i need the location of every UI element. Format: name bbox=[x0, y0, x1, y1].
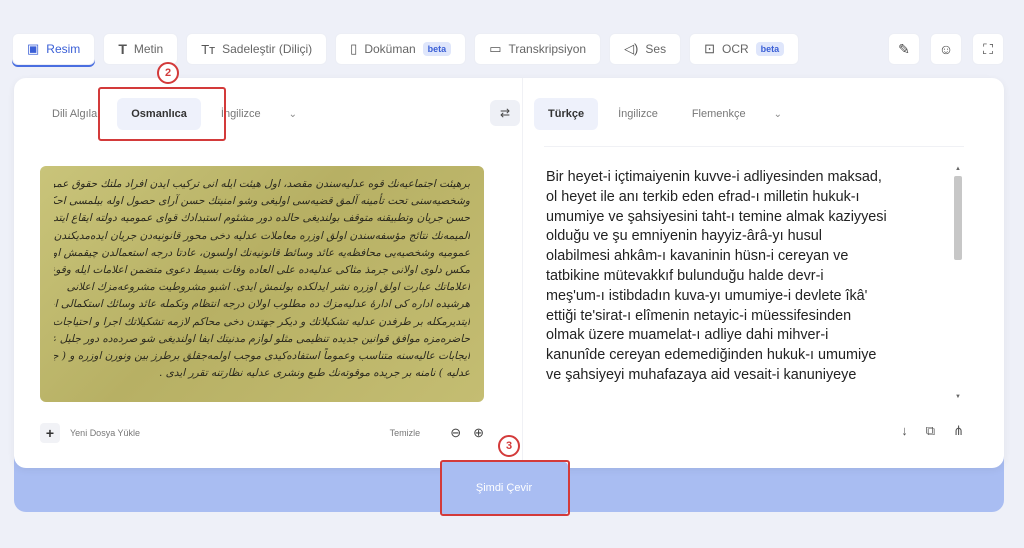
manuscript-line: اعلاماتك عبارت اولق اوزره نشر ايدلكده بو… bbox=[66, 281, 470, 294]
output-scrollbar[interactable]: ▲ ▼ bbox=[954, 166, 962, 402]
share-icon[interactable]: ⋔ bbox=[953, 423, 964, 439]
panel-divider bbox=[522, 78, 523, 468]
manuscript-line: برهيئت اجتماعيه‌نك قوه عدليه‌سندن مقصد، … bbox=[54, 178, 470, 190]
zoom-in-icon[interactable]: ⊕ bbox=[473, 425, 484, 441]
output-line: olmak üzere muamelat-ı adliye dahi mihve… bbox=[546, 327, 829, 344]
annotation-box-translate bbox=[440, 460, 570, 516]
fullscreen-icon[interactable]: ⛶ bbox=[972, 33, 1004, 65]
swap-languages-icon[interactable]: ⇄ bbox=[490, 100, 520, 126]
plus-icon[interactable]: + bbox=[40, 423, 60, 443]
manuscript-line: عموميه وشخصيه‌يى محافظه‌يه عائد وسائط قا… bbox=[54, 246, 470, 259]
upload-file-link[interactable]: Yeni Dosya Yükle bbox=[70, 428, 140, 438]
ocr-icon: ⊡ bbox=[704, 41, 715, 56]
lang-ingilizce-target[interactable]: İngilizce bbox=[604, 98, 672, 130]
tab-label: Transkripsiyon bbox=[508, 42, 587, 56]
tab-ocr[interactable]: ⊡ OCR beta bbox=[689, 33, 800, 65]
output-line: meş'um-ı istibdadın kuva-yı umumiye-i de… bbox=[546, 287, 868, 304]
output-line: ve şahsiyeyi muhafazaya aid vesait-i kan… bbox=[546, 366, 857, 383]
annotation-marker: 3 bbox=[498, 435, 520, 457]
annotation-marker: 2 bbox=[157, 62, 179, 84]
tab-label: Metin bbox=[133, 42, 164, 56]
output-line: umumiye ve şahsiyesini taht-ı temine alm… bbox=[546, 208, 887, 225]
output-line: Bir heyet-i içtimaiyenin kuvve-i adliyes… bbox=[546, 169, 882, 185]
text-icon: T bbox=[118, 41, 127, 57]
output-line: ol heyet ile anı terkib eden efrad-ı mil… bbox=[546, 188, 860, 205]
tab-label: Doküman bbox=[364, 42, 416, 56]
translation-output: Bir heyet-i içtimaiyenin kuvve-i adliyes… bbox=[546, 168, 956, 408]
output-line: kanunîde cereyan edemediğinden hukuk-ı u… bbox=[546, 347, 877, 364]
tab-dokuman[interactable]: ▯ Doküman beta bbox=[335, 33, 467, 65]
lang-flemenkce[interactable]: Flemenkçe bbox=[678, 98, 760, 130]
download-icon[interactable]: ↓ bbox=[901, 423, 908, 439]
tab-label: Sadeleştir (Diliçi) bbox=[222, 42, 313, 56]
zoom-out-icon[interactable]: ⊖ bbox=[450, 425, 461, 441]
tab-resim[interactable]: ▣ Resim bbox=[12, 33, 96, 65]
tab-transkripsiyon[interactable]: ▭ Transkripsiyon bbox=[474, 33, 602, 65]
chevron-down-icon[interactable]: ⌄ bbox=[766, 109, 790, 120]
manuscript-line: حاضره‌مزه موافق قوانين جديده تنظيمى مثلو… bbox=[54, 332, 470, 345]
scrollbar-thumb[interactable] bbox=[954, 176, 962, 260]
speaker-icon: ◁) bbox=[624, 41, 639, 56]
tab-label: Resim bbox=[46, 42, 81, 56]
edit-icon[interactable]: ✎ bbox=[888, 33, 920, 65]
lang-turkce[interactable]: Türkçe bbox=[534, 98, 599, 130]
top-actions: ✎ ☺ ⛶ bbox=[888, 33, 1004, 65]
clear-button[interactable]: Temizle bbox=[390, 428, 421, 438]
simplify-icon: Tт bbox=[201, 41, 216, 57]
manuscript-line: وشخصيه‌سنى تحت تأمينه آلمق قضيه‌سى اوليغ… bbox=[54, 195, 470, 208]
smiley-icon[interactable]: ☺ bbox=[930, 33, 962, 65]
beta-badge: beta bbox=[755, 42, 785, 56]
transcription-icon: ▭ bbox=[489, 41, 502, 56]
tab-metin[interactable]: T Metin bbox=[103, 33, 179, 65]
manuscript-image: برهيئت اجتماعيه‌نك قوه عدليه‌سندن مقصد، … bbox=[40, 166, 484, 402]
scroll-up-icon[interactable]: ▲ bbox=[955, 166, 961, 172]
target-language-bar: Türkçe İngilizce Flemenkçe ⌄ bbox=[534, 98, 790, 130]
output-line: ettiği te'sirat-ı elîmenin netayic-i müe… bbox=[546, 307, 852, 324]
annotation-box-language bbox=[98, 87, 226, 141]
manuscript-line: ايتديرمكله بر طرفدن عدليه تشكيلاتك و ديك… bbox=[54, 315, 470, 328]
manuscript-line: ايجابات عاليه‌سنه متناسب وعموماً استفاده… bbox=[54, 350, 470, 363]
manuscript-line: الميمه‌نك نتائج مؤسفه‌سندن اولق اوزره مع… bbox=[54, 229, 470, 242]
manuscript-line: حسن جريان وتطبيقنه متوقف بولنديغى حالده … bbox=[54, 212, 470, 225]
output-footer: ↓ ⧉ ⋔ bbox=[901, 423, 964, 439]
tab-ses[interactable]: ◁) Ses bbox=[609, 33, 682, 65]
source-footer: + Yeni Dosya Yükle Temizle ⊖ ⊕ bbox=[40, 420, 484, 446]
copy-icon[interactable]: ⧉ bbox=[926, 423, 935, 439]
tab-label: Ses bbox=[645, 42, 667, 56]
beta-badge: beta bbox=[422, 42, 452, 56]
document-icon: ▯ bbox=[350, 41, 358, 56]
scroll-down-icon[interactable]: ▼ bbox=[955, 394, 961, 400]
mode-tabbar: ▣ Resim T Metin Tт Sadeleştir (Diliçi) ▯… bbox=[12, 33, 800, 65]
output-line: tatbikine mütevakkıf bulunduğu halde dev… bbox=[546, 267, 824, 284]
output-line: olabilmesi ahkâm-ı kavaninin hüsn-i cere… bbox=[546, 248, 849, 265]
output-divider bbox=[544, 146, 964, 147]
chevron-down-icon[interactable]: ⌄ bbox=[281, 109, 305, 120]
manuscript-line: هرشيده اداره كى ادارهٔ عدليه‌مزك ده مطلو… bbox=[54, 298, 470, 311]
output-line: olduğu ve şu emniyenin hayyiz-ârâ-yı hus… bbox=[546, 228, 822, 245]
image-icon: ▣ bbox=[27, 41, 40, 56]
tab-label: OCR bbox=[721, 42, 749, 56]
manuscript-line: عدليه ) نامنه بر جريده موقوته‌نك طبع ونش… bbox=[158, 367, 470, 380]
tab-sadelestir[interactable]: Tт Sadeleştir (Diliçi) bbox=[186, 33, 328, 65]
manuscript-line: مكس دلوى اولانى جرمذ مثاكى عدليه‌ده على … bbox=[54, 264, 470, 277]
